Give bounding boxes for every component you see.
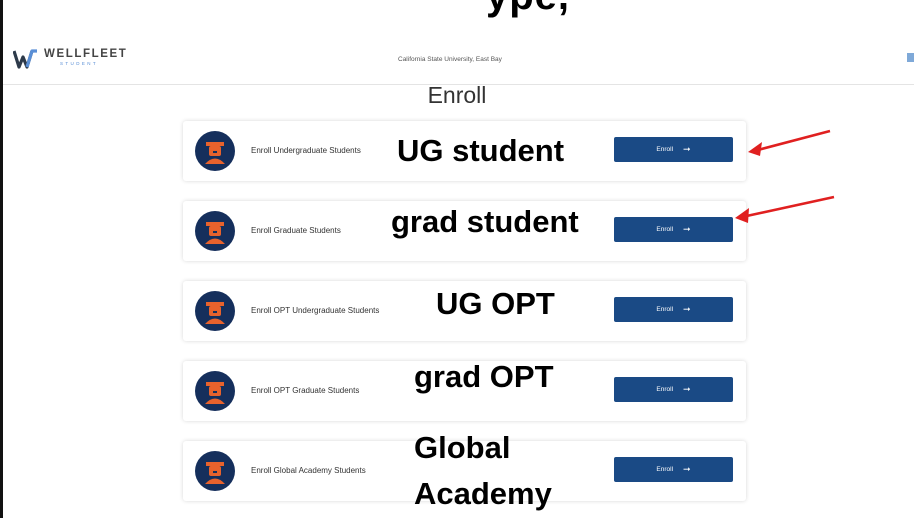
red-arrow-icon [748, 129, 831, 156]
app-header: WELLFLEET STUDENT California State Unive… [3, 36, 914, 85]
enroll-card-label: Enroll OPT Graduate Students [251, 386, 360, 395]
annotation-ug-student: UG student [397, 133, 565, 168]
arrow-right-icon: ➞ [683, 224, 691, 234]
enroll-card-label: Enroll Global Academy Students [251, 466, 366, 475]
enroll-undergraduate-button[interactable]: Enroll ➞ [614, 137, 733, 162]
enroll-global-academy-button[interactable]: Enroll ➞ [614, 457, 733, 482]
arrow-right-icon: ➞ [683, 384, 691, 394]
enroll-button-label: Enroll [656, 226, 674, 233]
enroll-opt-graduate-button[interactable]: Enroll ➞ [614, 377, 733, 402]
arrow-right-icon: ➞ [683, 144, 691, 154]
enroll-button-label: Enroll [656, 146, 674, 153]
red-arrow-icon [735, 195, 835, 223]
enroll-button-label: Enroll [656, 386, 674, 393]
logo-name: WELLFLEET [44, 48, 128, 60]
enroll-button-label: Enroll [656, 306, 674, 313]
annotation-ug-opt: UG OPT [436, 286, 555, 321]
header-menu-mark[interactable] [907, 53, 914, 62]
page-title: Enroll [427, 82, 487, 108]
annotation-global-academy-line1: Global [414, 430, 511, 465]
slide-title-fragment: ype, [486, 0, 570, 19]
enroll-graduate-button[interactable]: Enroll ➞ [614, 217, 733, 242]
graduate-icon [195, 131, 235, 171]
annotation-grad-student: grad student [391, 204, 579, 239]
enroll-card-label: Enroll Undergraduate Students [251, 146, 361, 155]
graduate-icon [195, 371, 235, 411]
wellfleet-logo[interactable]: WELLFLEET STUDENT [13, 48, 128, 69]
graduate-icon [195, 291, 235, 331]
wellfleet-w-icon [13, 49, 37, 69]
university-name: California State University, East Bay [398, 56, 502, 63]
enroll-opt-undergraduate-button[interactable]: Enroll ➞ [614, 297, 733, 322]
annotation-grad-opt: grad OPT [414, 359, 554, 394]
graduate-icon [195, 451, 235, 491]
enroll-card-label: Enroll OPT Undergraduate Students [251, 306, 380, 315]
arrow-right-icon: ➞ [683, 304, 691, 314]
logo-subtitle: STUDENT [60, 60, 99, 66]
enroll-button-label: Enroll [656, 466, 674, 473]
annotation-global-academy-line2: Academy [414, 476, 552, 511]
graduate-icon [195, 211, 235, 251]
enroll-card-label: Enroll Graduate Students [251, 226, 341, 235]
arrow-right-icon: ➞ [683, 464, 691, 474]
logo-text: WELLFLEET STUDENT [44, 48, 128, 66]
